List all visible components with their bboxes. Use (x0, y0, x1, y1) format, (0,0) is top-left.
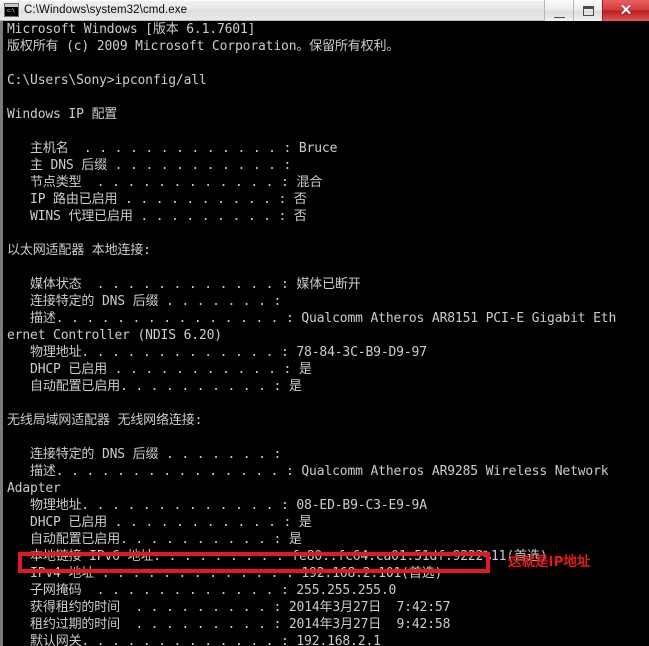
console-line: 无线局域网适配器 无线网络连接: (7, 413, 203, 428)
console-line: 节点类型 . . . . . . . . . . . . : 混合 (7, 175, 323, 190)
console-line: 子网掩码 . . . . . . . . . . . . : 255.255.2… (7, 583, 397, 598)
console-line: 物理地址. . . . . . . . . . . . . : 08-ED-B9… (7, 498, 427, 513)
window-title: C:\Windows\system32\cmd.exe (24, 4, 188, 16)
console-line: 以太网适配器 本地连接: (7, 243, 151, 258)
window-controls: ✕ (544, 0, 649, 21)
minimize-button[interactable] (544, 0, 573, 21)
console-line: Microsoft Windows [版本 6.1.7601] (7, 22, 256, 37)
console-text: Microsoft Windows [版本 6.1.7601] 版权所有 (c) … (3, 21, 649, 646)
console-line: 自动配置已启用. . . . . . . . . . : 是 (7, 532, 302, 547)
console-line: 连接特定的 DNS 后缀 . . . . . . . : (7, 447, 282, 462)
console-line: 主机名 . . . . . . . . . . . . . : Bruce (7, 141, 338, 156)
console-line: 获得租约的时间 . . . . . . . . . : 2014年3月27日 7… (7, 600, 451, 615)
title-bar[interactable]: c:\ C:\Windows\system32\cmd.exe ✕ (0, 0, 649, 21)
console-line: Windows IP 配置 (7, 107, 118, 122)
console-line: 版权所有 (c) 2009 Microsoft Corporation。保留所有… (7, 39, 400, 54)
maximize-icon (582, 5, 594, 16)
console-line: 默认网关. . . . . . . . . . . . . : 192.168.… (7, 634, 381, 646)
cmd-window: c:\ C:\Windows\system32\cmd.exe ✕ Micros… (0, 0, 649, 646)
close-icon: ✕ (619, 2, 633, 19)
console-line: 物理地址. . . . . . . . . . . . . : 78-84-3C… (7, 345, 427, 360)
console-line: 描述. . . . . . . . . . . . . . . : Qualco… (7, 464, 609, 479)
console-line: IP 路由已启用 . . . . . . . . . . : 否 (7, 192, 307, 207)
maximize-button[interactable] (573, 0, 602, 21)
console-line: 连接特定的 DNS 后缀 . . . . . . . : (7, 294, 282, 309)
console-output-area[interactable]: Microsoft Windows [版本 6.1.7601] 版权所有 (c) … (0, 21, 649, 646)
close-button[interactable]: ✕ (602, 0, 649, 21)
console-line: 租约过期的时间 . . . . . . . . . : 2014年3月27日 9… (7, 617, 451, 632)
console-line: 主 DNS 后缀 . . . . . . . . . . . : (7, 158, 292, 173)
console-line: WINS 代理已启用 . . . . . . . . . : 否 (7, 209, 307, 224)
console-line: Adapter (7, 481, 61, 496)
minimize-icon (553, 10, 565, 18)
ip-address-annotation-label: 这就是IP地址 (508, 554, 591, 570)
console-line: 自动配置已启用. . . . . . . . . . : 是 (7, 379, 302, 394)
cmd-console-icon: c:\ (4, 3, 19, 17)
console-line: 描述. . . . . . . . . . . . . . . : Qualco… (7, 311, 617, 326)
console-line: DHCP 已启用 . . . . . . . . . . . : 是 (7, 362, 312, 377)
console-line: C:\Users\Sony>ipconfig/all (7, 73, 207, 88)
console-line: ernet Controller (NDIS 6.20) (7, 328, 222, 343)
console-line: 媒体状态 . . . . . . . . . . . . : 媒体已断开 (7, 277, 361, 292)
console-line: DHCP 已启用 . . . . . . . . . . . : 是 (7, 515, 312, 530)
